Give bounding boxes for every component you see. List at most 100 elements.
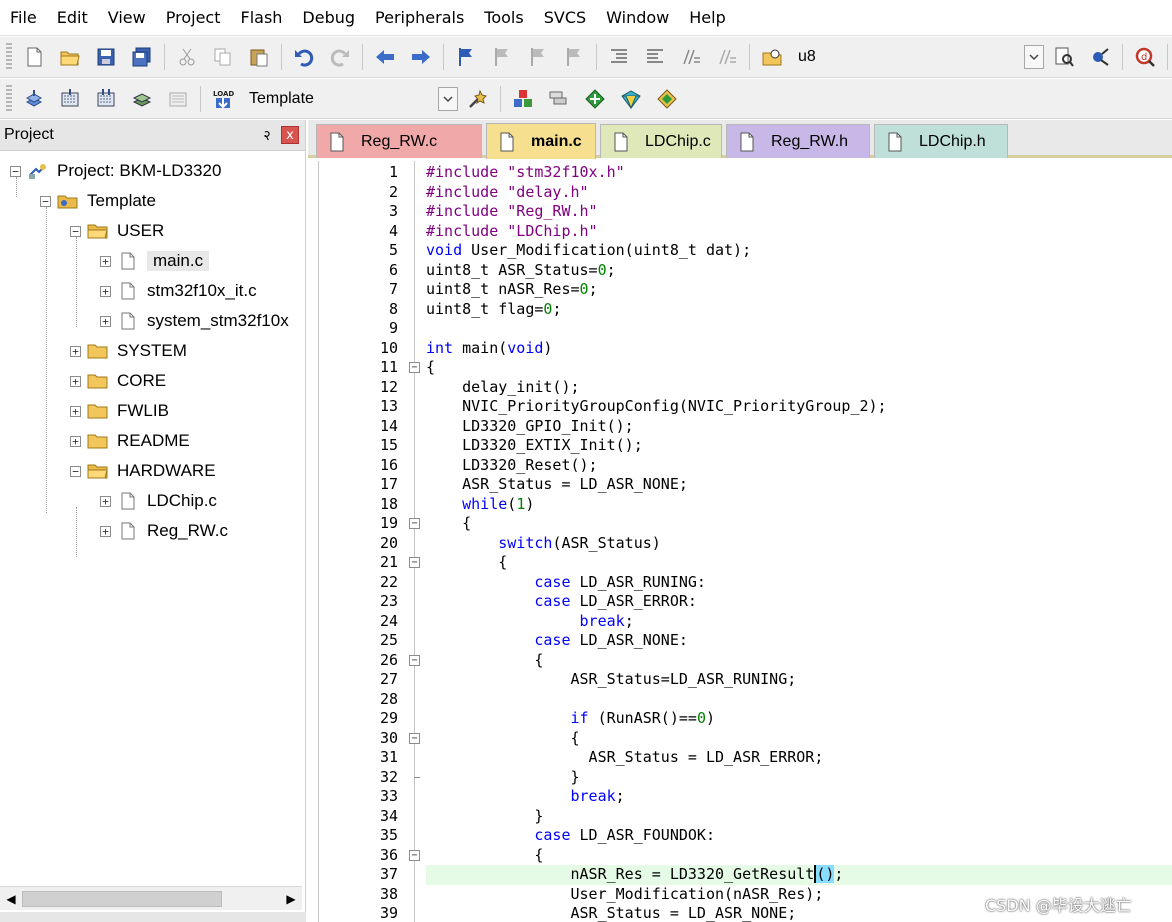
scroll-right-icon[interactable]: ▶ [280, 888, 302, 910]
batch-build-icon[interactable] [130, 87, 154, 111]
fold-collapse-icon[interactable]: − [409, 849, 420, 861]
bookmark-prev-icon[interactable] [490, 45, 514, 69]
build-icon[interactable] [58, 87, 82, 111]
code-line[interactable]: 31 ASR_Status = LD_ASR_ERROR; [308, 748, 1172, 768]
bookmark-icon[interactable] [454, 45, 478, 69]
save-icon[interactable] [94, 45, 118, 69]
code-line[interactable]: 24 break; [308, 612, 1172, 632]
code-line[interactable]: 15 LD3320_EXTIX_Init(); [308, 436, 1172, 456]
code-line[interactable]: 12 delay_init(); [308, 378, 1172, 398]
copy-icon[interactable] [211, 45, 235, 69]
expand-icon[interactable]: + [100, 255, 111, 267]
incremental-find-icon[interactable] [1088, 45, 1112, 69]
code-line[interactable]: 17 ASR_Status = LD_ASR_NONE; [308, 475, 1172, 495]
nav-forward-icon[interactable] [409, 45, 433, 69]
scroll-thumb[interactable] [22, 890, 222, 907]
cut-icon[interactable] [175, 45, 199, 69]
code-line[interactable]: 11−{ [308, 358, 1172, 378]
code-line[interactable]: 25 case LD_ASR_NONE: [308, 631, 1172, 651]
new-file-icon[interactable] [22, 45, 46, 69]
code-line[interactable]: 36− { [308, 846, 1172, 866]
fold-collapse-icon[interactable]: − [409, 654, 420, 666]
code-line[interactable]: 21− { [308, 553, 1172, 573]
redo-icon[interactable] [328, 45, 352, 69]
unindent-icon[interactable] [643, 45, 667, 69]
event-recorder-icon[interactable] [655, 87, 679, 111]
tab-reg-rw-c[interactable]: Reg_RW.c [316, 124, 482, 158]
code-line[interactable]: 29 if (RunASR()==0) [308, 709, 1172, 729]
code-line[interactable]: 8 uint8_t flag=0; [308, 300, 1172, 320]
tree-file[interactable]: + main.c [100, 247, 210, 275]
menu-edit[interactable]: Edit [47, 0, 98, 36]
target-dropdown-button[interactable] [437, 86, 458, 111]
collapse-icon[interactable]: − [10, 165, 21, 177]
code-line[interactable]: 6 uint8_t ASR_Status=0; [308, 261, 1172, 281]
tree-file[interactable]: + LDChip.c [100, 487, 217, 515]
tab-main-c[interactable]: main.c [486, 123, 596, 159]
code-line[interactable]: 32 } [308, 768, 1172, 788]
bookmark-clear-icon[interactable] [562, 45, 586, 69]
collapse-icon[interactable]: − [70, 225, 81, 237]
tree-project-root[interactable]: − Project: BKM-LD3320 [10, 157, 221, 185]
pin-icon[interactable]: २ [257, 126, 277, 145]
menu-debug[interactable]: Debug [292, 0, 365, 36]
tree-group-hardware[interactable]: − HARDWARE [70, 457, 216, 485]
code-line[interactable]: 22 case LD_ASR_RUNING: [308, 573, 1172, 593]
tree-group-core[interactable]: + CORE [70, 367, 166, 395]
debug-session-icon[interactable]: d [1133, 45, 1157, 69]
manage-project-items-icon[interactable] [511, 87, 535, 111]
menu-svcs[interactable]: SVCS [534, 0, 596, 36]
code-line[interactable]: 13 NVIC_PriorityGroupConfig(NVIC_Priorit… [308, 397, 1172, 417]
horizontal-scrollbar[interactable]: ◀ ▶ [0, 886, 302, 910]
tree-file[interactable]: + stm32f10x_it.c [100, 277, 257, 305]
code-line[interactable]: 27 ASR_Status=LD_ASR_RUNING; [308, 670, 1172, 690]
code-line[interactable]: 3 #include "Reg_RW.h" [308, 202, 1172, 222]
menu-view[interactable]: View [98, 0, 156, 36]
runtime-environment-icon[interactable] [619, 87, 643, 111]
menu-tools[interactable]: Tools [474, 0, 533, 36]
find-dropdown-button[interactable] [1024, 45, 1044, 69]
bookmark-next-icon[interactable] [526, 45, 550, 69]
scroll-track[interactable] [22, 889, 280, 908]
toolbar-grip[interactable] [6, 43, 12, 71]
code-line[interactable]: 5 void User_Modification(uint8_t dat); [308, 241, 1172, 261]
uncomment-icon[interactable] [715, 45, 739, 69]
scroll-left-icon[interactable]: ◀ [0, 888, 22, 910]
code-editor[interactable]: 1 #include "stm32f10x.h" 2 #include "delay.… [308, 161, 1172, 922]
collapse-icon[interactable]: − [40, 195, 51, 207]
menu-project[interactable]: Project [156, 0, 231, 36]
tree-file[interactable]: + system_stm32f10x [100, 307, 289, 335]
code-line[interactable]: 35 case LD_ASR_FOUNDOK: [308, 826, 1172, 846]
select-packs-icon[interactable] [547, 87, 571, 111]
comment-icon[interactable] [679, 45, 703, 69]
pack-installer-icon[interactable] [583, 87, 607, 111]
code-line[interactable]: 37 nASR_Res = LD3320_GetResult (); [308, 865, 1172, 885]
tree-group-user[interactable]: − USER [70, 217, 164, 245]
tree-target[interactable]: − Template [40, 187, 156, 215]
tree-group-system[interactable]: + SYSTEM [70, 337, 187, 365]
expand-icon[interactable]: + [70, 405, 81, 417]
code-line[interactable]: 26− { [308, 651, 1172, 671]
fold-collapse-icon[interactable]: − [409, 362, 420, 373]
stop-build-icon[interactable] [166, 87, 190, 111]
expand-icon[interactable]: + [100, 525, 111, 537]
menu-peripherals[interactable]: Peripherals [365, 0, 474, 36]
collapse-icon[interactable]: − [70, 465, 81, 477]
menu-file[interactable]: File [0, 0, 47, 36]
tree-group-readme[interactable]: + README [70, 427, 190, 455]
download-load-icon[interactable]: LOAD [211, 87, 235, 111]
code-line[interactable]: 28 [308, 690, 1172, 710]
code-line[interactable]: 2 #include "delay.h" [308, 183, 1172, 203]
code-line[interactable]: 9 [308, 319, 1172, 339]
save-all-icon[interactable] [130, 45, 154, 69]
expand-icon[interactable]: + [100, 285, 111, 297]
fold-collapse-icon[interactable]: − [409, 557, 420, 568]
expand-icon[interactable]: + [100, 495, 111, 507]
indent-icon[interactable] [607, 45, 631, 69]
code-line[interactable]: 34 } [308, 807, 1172, 827]
options-for-target-icon[interactable] [466, 87, 490, 111]
find-target-text[interactable]: u8 [798, 48, 816, 66]
close-panel-button[interactable]: x [281, 126, 299, 144]
code-line[interactable]: 30− { [308, 729, 1172, 749]
code-line[interactable]: 20 switch(ASR_Status) [308, 534, 1172, 554]
